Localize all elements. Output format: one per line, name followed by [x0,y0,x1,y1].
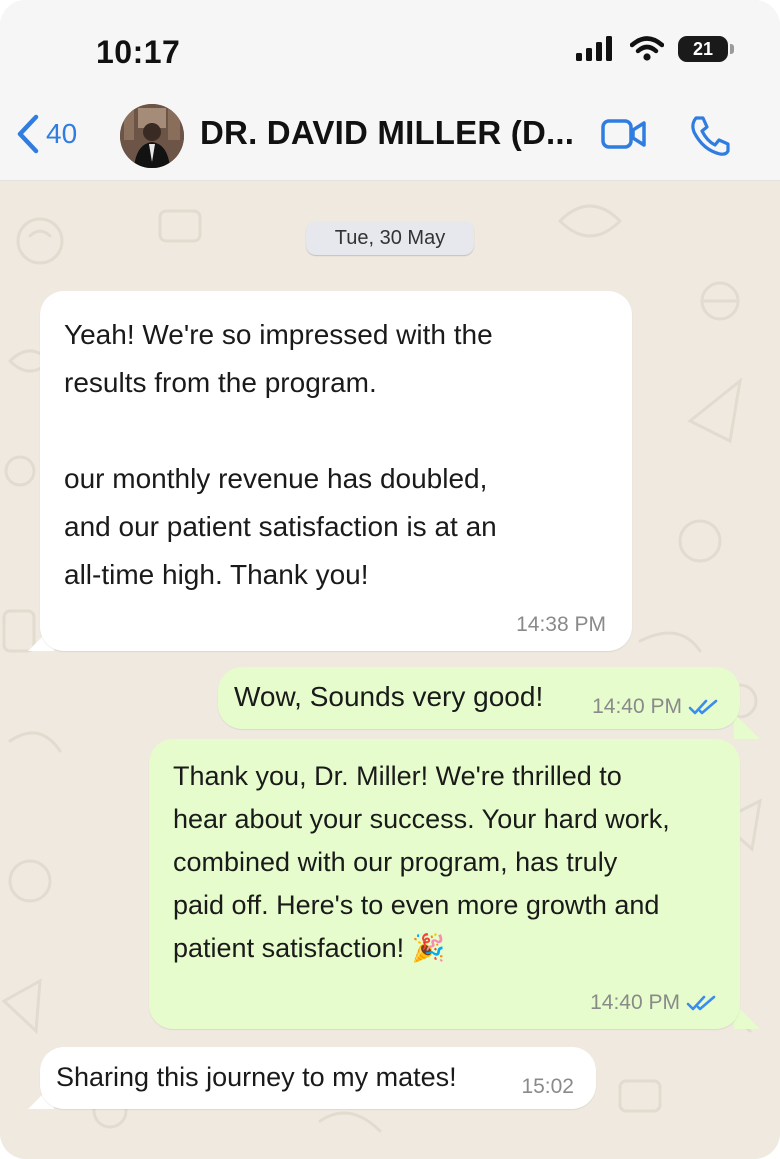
back-count: 40 [46,118,78,149]
message-time: 14:40 PM [592,695,682,718]
status-icons: 21 [576,36,734,62]
phone-icon [691,116,730,156]
incoming-message[interactable]: Sharing this journey to my mates! 15:02 [40,1047,596,1109]
message-meta: 14:38 PM [516,613,606,637]
outgoing-message[interactable]: Thank you, Dr. Miller! We're thrilled to… [149,739,740,1029]
voice-call-button[interactable] [688,114,732,161]
avatar-photo [120,104,184,168]
battery-indicator: 21 [678,36,734,62]
back-button[interactable]: 40 [16,114,77,154]
top-bar: 10:17 21 40 DR. DAVID MILLER (D... [0,0,780,181]
message-text: Thank you, Dr. Miller! We're thrilled to… [173,761,670,963]
chevron-left-icon [17,114,39,154]
message-text: Sharing this journey to my mates! [56,1062,457,1092]
wifi-icon [630,36,664,61]
message-meta: 14:40 PM [592,695,720,719]
contact-name[interactable]: DR. DAVID MILLER (D... [200,114,574,152]
message-time: 14:40 PM [590,991,680,1014]
outgoing-message[interactable]: Wow, Sounds very good! 14:40 PM [218,667,740,729]
video-call-button[interactable] [600,116,648,157]
date-separator: Tue, 30 May [306,221,474,255]
double-check-icon [688,699,718,715]
message-meta: 14:40 PM [590,991,718,1015]
message-list[interactable]: Tue, 30 May Yeah! We're so impressed wit… [0,181,780,1159]
battery-level: 21 [692,38,714,59]
message-time: 14:38 PM [516,613,606,636]
chat-screen: 10:17 21 40 DR. DAVID MILLER (D... Tue, … [0,0,780,1159]
status-time: 10:17 [96,34,181,70]
incoming-message[interactable]: Yeah! We're so impressed with the result… [40,291,632,651]
message-meta: 15:02 [521,1075,574,1099]
message-text: Wow, Sounds very good! [234,681,544,712]
video-camera-icon [601,119,646,149]
signal-icon [576,36,612,61]
message-text: Yeah! We're so impressed with the result… [64,319,497,590]
contact-avatar[interactable] [120,104,184,168]
message-time: 15:02 [521,1075,574,1098]
double-check-icon [686,995,716,1011]
